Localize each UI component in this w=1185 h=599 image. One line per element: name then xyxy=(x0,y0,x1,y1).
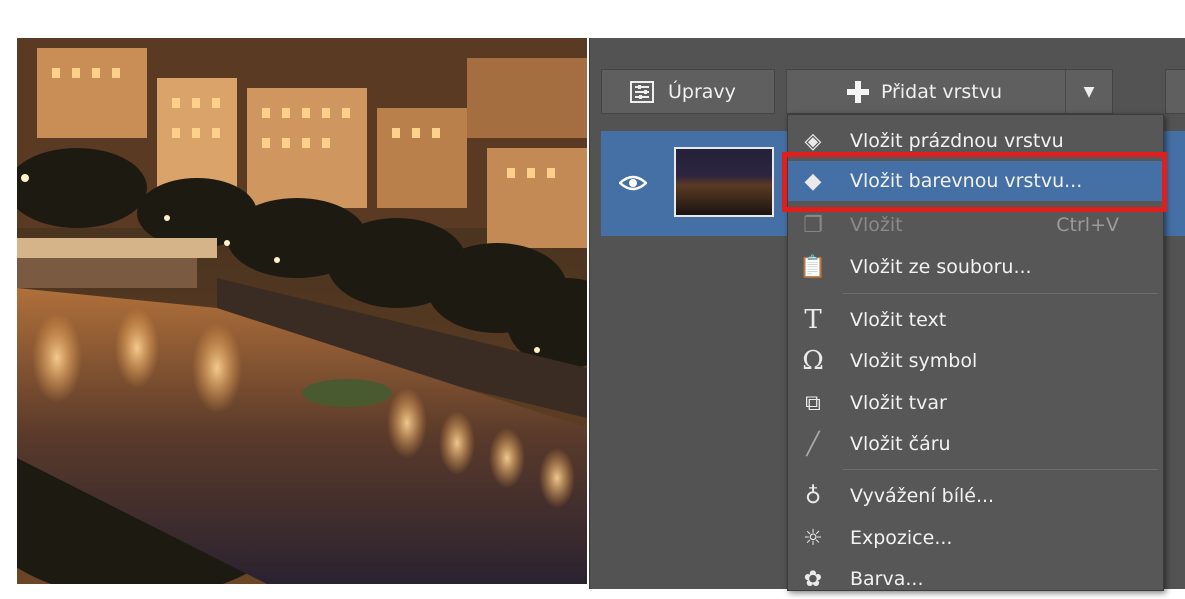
upravy-button[interactable]: Úpravy xyxy=(601,69,775,114)
menu-separator xyxy=(843,293,1158,294)
caret-down-icon[interactable]: ▼ xyxy=(1065,70,1112,113)
add-layer-label: Přidat vrstvu xyxy=(880,80,1003,103)
menu-item-exposure[interactable]: ☼ Expozice... xyxy=(788,518,1163,558)
bulb-icon: ♁ xyxy=(804,483,822,509)
photo-canvas xyxy=(17,38,587,584)
plus-icon xyxy=(846,80,869,103)
line-icon: ╱ xyxy=(806,431,820,457)
paste-icon: ❐ xyxy=(803,212,823,238)
eye-icon[interactable] xyxy=(618,173,648,198)
omega-icon: Ω xyxy=(802,346,824,376)
menu-item-white-balance[interactable]: ♁ Vyvážení bílé... xyxy=(788,476,1163,516)
menu-item-insert-line[interactable]: ╱ Vložit čáru xyxy=(788,424,1163,464)
panel-button-partial[interactable] xyxy=(1165,69,1185,114)
add-layer-button[interactable]: Přidat vrstvu ▼ xyxy=(786,69,1113,114)
layer-thumbnail[interactable] xyxy=(674,147,774,217)
sun-icon: ☼ xyxy=(803,525,823,551)
shape-icon: ⧉ xyxy=(805,390,821,416)
adjustments-icon xyxy=(630,80,654,103)
highlight-annotation-box xyxy=(782,152,1167,212)
island xyxy=(302,379,392,407)
palette-icon: ✿ xyxy=(803,566,823,592)
menu-item-color[interactable]: ✿ Barva... xyxy=(788,559,1163,599)
text-icon: T xyxy=(804,305,822,335)
menu-item-insert-shape[interactable]: ⧉ Vložit tvar xyxy=(788,383,1163,423)
paste-shortcut: Ctrl+V xyxy=(1056,214,1119,236)
menu-separator xyxy=(843,469,1158,470)
clipboard-icon: 📋 xyxy=(799,254,827,280)
menu-item-insert-from-file[interactable]: 📋 Vložit ze souboru... xyxy=(788,247,1163,287)
menu-item-insert-text[interactable]: T Vložit text xyxy=(788,300,1163,340)
upravy-label: Úpravy xyxy=(668,80,736,103)
menu-item-insert-symbol[interactable]: Ω Vložit symbol xyxy=(788,341,1163,381)
bridge xyxy=(17,238,217,288)
new-layer-icon: ◈ xyxy=(804,128,822,154)
